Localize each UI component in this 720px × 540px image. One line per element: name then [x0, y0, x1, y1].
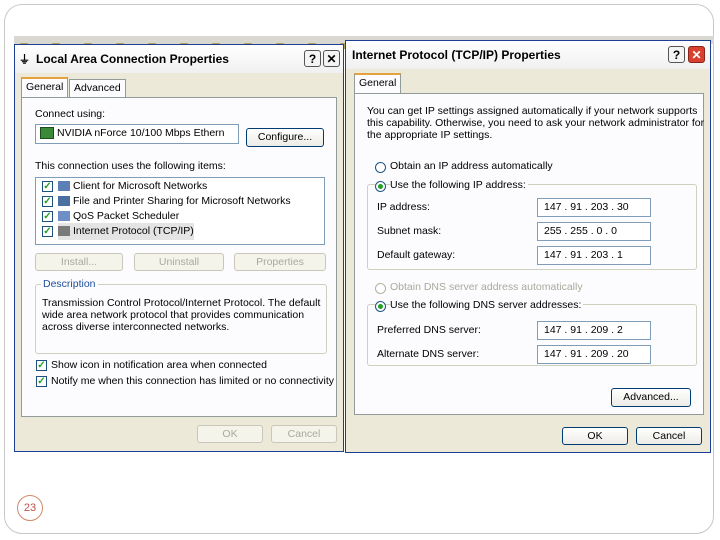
description-text-line: wide area network protocol that provides…: [42, 309, 305, 321]
use-following-dns-radio[interactable]: [375, 301, 386, 312]
ip-address-label: IP address:: [377, 201, 430, 213]
ok-button[interactable]: OK: [562, 427, 628, 445]
title-bar: ⏚ Local Area Connection Properties: [15, 45, 343, 73]
item-checkbox[interactable]: ✓: [42, 181, 53, 192]
show-icon-checkbox[interactable]: ✓: [36, 360, 47, 371]
subnet-mask-field[interactable]: 255 . 255 . 0 . 0: [537, 222, 651, 241]
description-text-line: Transmission Control Protocol/Internet P…: [42, 297, 321, 309]
adapter-field: NVIDIA nForce 10/100 Mbps Ethern: [35, 124, 239, 144]
qos-icon: [58, 211, 70, 222]
intro-text-line: this capability. Otherwise, you need to …: [367, 117, 705, 129]
cancel-button[interactable]: Cancel: [636, 427, 702, 445]
help-button[interactable]: ?: [304, 50, 321, 67]
dialog-title: Internet Protocol (TCP/IP) Properties: [352, 48, 561, 62]
intro-text-line: the appropriate IP settings.: [367, 129, 493, 141]
general-panel: You can get IP settings assigned automat…: [354, 93, 704, 415]
description-text-line: across diverse interconnected networks.: [42, 321, 230, 333]
general-panel: Connect using: NVIDIA nForce 10/100 Mbps…: [21, 97, 337, 417]
subnet-label: Subnet mask:: [377, 225, 442, 237]
tab-general[interactable]: General: [354, 73, 402, 93]
item-checkbox[interactable]: ✓: [42, 196, 53, 207]
alternate-dns-label: Alternate DNS server:: [377, 348, 480, 360]
show-icon-label: Show icon in notification area when conn…: [51, 359, 267, 371]
preferred-dns-field[interactable]: 147 . 91 . 209 . 2: [537, 321, 651, 340]
printer-sharing-icon: [58, 196, 70, 207]
network-client-icon: [58, 181, 70, 192]
tcpip-properties-dialog: Internet Protocol (TCP/IP) Properties ? …: [345, 40, 711, 453]
obtain-dns-auto-radio[interactable]: [375, 283, 386, 294]
properties-button[interactable]: Properties: [234, 253, 326, 271]
network-icon: ⏚: [19, 54, 30, 66]
item-checkbox[interactable]: ✓: [42, 226, 53, 237]
use-following-ip-radio[interactable]: [375, 181, 386, 192]
intro-text-line: You can get IP settings assigned automat…: [367, 105, 698, 117]
tab-advanced[interactable]: Advanced: [69, 79, 126, 97]
notify-label: Notify me when this connection has limit…: [51, 375, 335, 387]
adapter-name: NVIDIA nForce 10/100 Mbps Ethern: [57, 127, 225, 139]
list-item-label: Internet Protocol (TCP/IP): [73, 225, 194, 237]
title-bar: Internet Protocol (TCP/IP) Properties: [346, 41, 710, 69]
install-button[interactable]: Install...: [35, 253, 123, 271]
dialog-title: Local Area Connection Properties: [36, 52, 229, 66]
alternate-dns-field[interactable]: 147 . 91 . 209 . 20: [537, 345, 651, 364]
list-item-label: File and Printer Sharing for Microsoft N…: [73, 195, 291, 207]
protocol-icon: [58, 226, 70, 237]
ip-address-field[interactable]: 147 . 91 . 203 . 30: [537, 198, 651, 217]
close-button[interactable]: ✕: [688, 46, 705, 63]
ok-button[interactable]: OK: [197, 425, 263, 443]
use-following-dns-label: Use the following DNS server addresses:: [390, 299, 584, 311]
connect-using-label: Connect using:: [35, 108, 106, 120]
obtain-ip-auto-radio[interactable]: [375, 162, 386, 173]
list-item-label: Client for Microsoft Networks: [73, 180, 208, 192]
list-item-label: QoS Packet Scheduler: [73, 210, 180, 222]
default-gateway-field[interactable]: 147 . 91 . 203 . 1: [537, 246, 651, 265]
local-area-connection-dialog: ⏚ Local Area Connection Properties ? ✕ G…: [14, 44, 344, 452]
advanced-button[interactable]: Advanced...: [611, 388, 691, 407]
close-button[interactable]: ✕: [323, 50, 340, 67]
preferred-dns-label: Preferred DNS server:: [377, 324, 481, 336]
network-card-icon: [40, 127, 54, 140]
description-label: Description: [41, 278, 98, 290]
uninstall-button[interactable]: Uninstall: [134, 253, 224, 271]
slide-page-number: 23: [17, 495, 43, 521]
cancel-button[interactable]: Cancel: [271, 425, 337, 443]
notify-checkbox[interactable]: ✓: [36, 376, 47, 387]
obtain-ip-auto-label: Obtain an IP address automatically: [390, 160, 553, 172]
item-checkbox[interactable]: ✓: [42, 211, 53, 222]
tab-general[interactable]: General: [21, 77, 69, 97]
items-label: This connection uses the following items…: [35, 160, 226, 172]
obtain-dns-auto-label: Obtain DNS server address automatically: [390, 281, 583, 293]
help-button[interactable]: ?: [668, 46, 685, 63]
gateway-label: Default gateway:: [377, 249, 456, 261]
components-list: ✓ Client for Microsoft Networks ✓ File a…: [35, 177, 325, 245]
use-following-ip-label: Use the following IP address:: [390, 179, 528, 191]
list-item-selected[interactable]: Internet Protocol (TCP/IP): [58, 223, 194, 240]
configure-button[interactable]: Configure...: [246, 128, 324, 147]
